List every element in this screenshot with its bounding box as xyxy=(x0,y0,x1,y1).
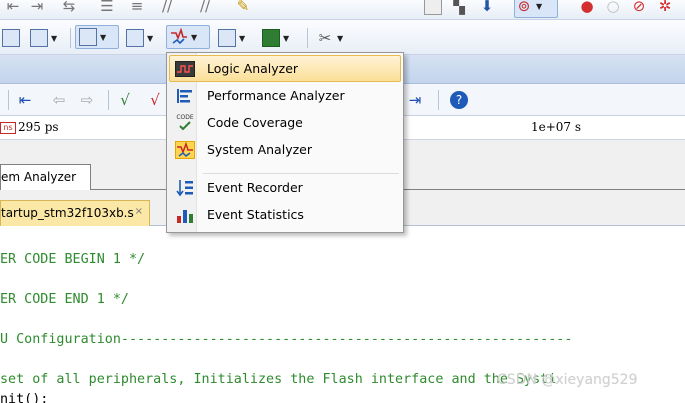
code-line: ER CODE END 1 */ xyxy=(0,292,129,307)
arrow-right-icon[interactable]: ⇨ xyxy=(78,88,96,112)
breakpoint-kill-icon[interactable]: ✲ xyxy=(656,0,674,18)
help-icon[interactable]: ? xyxy=(450,88,468,112)
toolbar-separator xyxy=(8,90,9,110)
toolbar-top: ⇤ ⇥ ⇆ ☰ ≡ // ∕∕ ✎ ▚ ⬇ ⊚ ▼ ● ○ ⊘ ✲ xyxy=(0,0,685,20)
edit-icon[interactable]: ✎ xyxy=(234,0,252,18)
toolbar-separator xyxy=(70,28,71,48)
jump-end-icon[interactable]: ⇥ xyxy=(406,88,424,112)
event-recorder-icon xyxy=(175,179,195,197)
toolbar-separator xyxy=(438,90,439,110)
align-icon[interactable]: ≡ xyxy=(128,0,146,18)
trace-icon[interactable]: ▚ xyxy=(450,0,468,18)
bookmark-icon[interactable]: ⇆ xyxy=(60,0,78,18)
performance-analyzer-icon xyxy=(175,87,195,105)
system-viewer-button[interactable]: ▼ xyxy=(262,26,289,50)
watch-window-button[interactable]: ▼ xyxy=(75,25,119,49)
code-line: U Configuration-------------------------… xyxy=(0,332,573,347)
code-line: ER CODE BEGIN 1 */ xyxy=(0,252,146,267)
analysis-window-button[interactable]: ▼ xyxy=(166,25,210,49)
jump-start-icon[interactable]: ⇤ xyxy=(16,88,34,112)
menu-item-label: Event Statistics xyxy=(207,207,304,222)
code-line: set of all peripherals, Initializes the … xyxy=(0,372,557,387)
menu-item-label: System Analyzer xyxy=(207,142,312,157)
indent-icon[interactable]: ⇤ xyxy=(4,0,22,18)
tab-startup-file[interactable]: tartup_stm32f103xb.s × xyxy=(0,200,150,226)
serial-window-button[interactable]: ▼ xyxy=(126,26,153,50)
comment-icon[interactable]: // xyxy=(158,0,176,18)
menu-item-label: Logic Analyzer xyxy=(207,61,299,76)
outdent-icon[interactable]: ⇥ xyxy=(28,0,46,18)
uncomment-icon[interactable]: ∕∕ xyxy=(196,0,214,18)
breakpoint-disabled-icon[interactable]: ○ xyxy=(604,0,622,18)
watermark: CSDN @xieyang529 xyxy=(497,372,638,388)
tab-system-analyzer[interactable]: em Analyzer xyxy=(0,164,91,190)
trace-window-button[interactable]: ▼ xyxy=(218,26,245,50)
toolbox-button[interactable]: ✂ ▼ xyxy=(316,26,343,50)
menu-item-event-recorder[interactable]: Event Recorder xyxy=(169,174,401,201)
memory-window-button[interactable]: ▼ xyxy=(30,26,57,50)
arrow-left-icon[interactable]: ⇦ xyxy=(50,88,68,112)
analysis-windows-menu: Logic Analyzer Performance Analyzer CODE… xyxy=(166,52,404,233)
code-coverage-icon-text: CODE xyxy=(176,114,194,121)
toolbar-separator xyxy=(307,28,308,48)
menu-item-label: Performance Analyzer xyxy=(207,88,345,103)
debug-session-icon[interactable]: ⊚ ▼ xyxy=(514,0,558,18)
code-line: nit(); xyxy=(0,392,49,403)
menu-item-logic-analyzer[interactable]: Logic Analyzer xyxy=(169,55,401,82)
peripheral-window-icon[interactable] xyxy=(2,26,20,50)
event-statistics-icon xyxy=(175,206,195,224)
menu-item-event-statistics[interactable]: Event Statistics xyxy=(169,201,401,228)
file-tab-label: tartup_stm32f103xb.s xyxy=(1,206,134,220)
toolbar-separator xyxy=(108,90,109,110)
next-transition-icon[interactable]: √ xyxy=(116,88,134,112)
menu-item-code-coverage[interactable]: CODE Code Coverage xyxy=(169,109,401,136)
code-coverage-icon: CODE xyxy=(175,114,195,132)
list-icon[interactable]: ☰ xyxy=(98,0,116,18)
menu-item-system-analyzer[interactable]: System Analyzer xyxy=(169,136,401,163)
menu-item-label: Code Coverage xyxy=(207,115,303,130)
debug-windows-toolbar: ▼ ▼ ▼ ▼ ▼ ▼ ✂ ▼ xyxy=(0,20,685,55)
breakpoint-clear-icon[interactable]: ⊘ xyxy=(630,0,648,18)
time-right-value: 1e+07 s xyxy=(531,120,582,134)
logic-analyzer-icon xyxy=(175,60,195,78)
breakpoint-icon[interactable]: ● xyxy=(578,0,596,18)
close-icon[interactable]: × xyxy=(135,206,143,226)
prev-transition-icon[interactable]: √ xyxy=(146,88,164,112)
menu-item-label: Event Recorder xyxy=(207,180,303,195)
system-analyzer-icon xyxy=(175,140,195,159)
menu-item-performance-analyzer[interactable]: Performance Analyzer xyxy=(169,82,401,109)
dropdown-arrow-icon[interactable] xyxy=(424,0,442,18)
time-unit-badge[interactable]: ns xyxy=(0,122,16,134)
download-icon[interactable]: ⬇ xyxy=(478,0,496,18)
time-left-value: 295 ps xyxy=(18,120,59,134)
